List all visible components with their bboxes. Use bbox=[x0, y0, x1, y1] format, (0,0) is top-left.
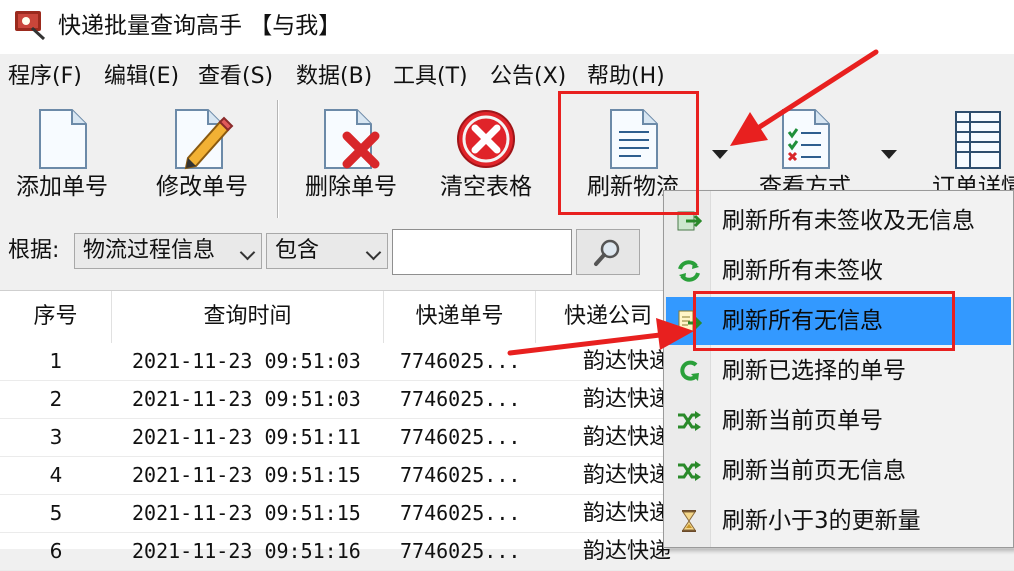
menu-item-refresh-current-page[interactable]: 刷新当前页单号 bbox=[666, 397, 1011, 445]
search-button[interactable] bbox=[576, 229, 640, 275]
menu-bar: 程序(F) 编辑(E) 查看(S) 数据(B) 工具(T) 公告(X) 帮助(H… bbox=[0, 56, 1014, 96]
row-query-time: 2021-11-23 09:51:03 bbox=[132, 349, 361, 373]
row-courier: 韵达快递 bbox=[583, 425, 672, 450]
menu-data[interactable]: 数据(B) bbox=[296, 62, 372, 92]
filter-condition-value: 包含 bbox=[275, 238, 320, 263]
row-tracking-number: 7746025... bbox=[400, 539, 521, 563]
app-logo-icon bbox=[15, 11, 46, 40]
refresh-arrow-icon bbox=[680, 360, 699, 381]
view-dropdown-arrow[interactable] bbox=[881, 150, 897, 159]
menu-notice[interactable]: 公告(X) bbox=[490, 62, 566, 92]
clear-table-button[interactable]: 清空表格 bbox=[430, 96, 542, 214]
delete-number-button[interactable]: 删除单号 bbox=[296, 96, 406, 214]
search-input[interactable] bbox=[392, 229, 572, 275]
new-document-icon bbox=[39, 109, 87, 169]
row-index: 2 bbox=[49, 387, 63, 411]
menu-help[interactable]: 帮助(H) bbox=[587, 62, 665, 92]
row-courier: 韵达快递 bbox=[583, 539, 672, 564]
shuffle-icon bbox=[678, 411, 701, 431]
add-number-button[interactable]: 添加单号 bbox=[8, 96, 116, 214]
row-query-time: 2021-11-23 09:51:15 bbox=[132, 463, 361, 487]
menu-item-refresh-low-updates[interactable]: 刷新小于3的更新量 bbox=[666, 497, 1011, 545]
row-tracking-number: 7746025... bbox=[400, 349, 521, 373]
menu-program[interactable]: 程序(F) bbox=[8, 62, 82, 92]
row-index: 5 bbox=[49, 501, 63, 525]
edit-number-button[interactable]: 修改单号 bbox=[146, 96, 258, 214]
menu-item-refresh-unsigned[interactable]: 刷新所有未签收 bbox=[666, 247, 1011, 295]
add-number-label: 添加单号 bbox=[16, 174, 108, 200]
row-index: 6 bbox=[49, 539, 63, 563]
filter-field-value: 物流过程信息 bbox=[83, 238, 216, 263]
menu-view[interactable]: 查看(S) bbox=[198, 62, 273, 92]
row-query-time: 2021-11-23 09:51:15 bbox=[132, 501, 361, 525]
toolbar-separator bbox=[277, 100, 279, 218]
row-query-time: 2021-11-23 09:51:03 bbox=[132, 387, 361, 411]
menu-tools[interactable]: 工具(T) bbox=[393, 62, 468, 92]
column-header-index[interactable]: 序号 bbox=[0, 291, 112, 343]
window-title: 快递批量查询高手 【与我】 bbox=[58, 13, 342, 39]
clear-cross-circle-icon bbox=[457, 110, 515, 168]
row-index: 4 bbox=[49, 463, 63, 487]
filter-by-label: 根据: bbox=[8, 238, 60, 263]
menu-item-label: 刷新所有未签收 bbox=[722, 258, 883, 284]
checklist-icon bbox=[782, 109, 830, 169]
menu-item-refresh-current-page-empty[interactable]: 刷新当前页无信息 bbox=[666, 447, 1011, 495]
row-tracking-number: 7746025... bbox=[400, 501, 521, 525]
column-header-query-time[interactable]: 查询时间 bbox=[112, 291, 384, 343]
chevron-down-icon bbox=[239, 244, 256, 261]
menu-item-label: 刷新小于3的更新量 bbox=[722, 508, 921, 534]
refresh-cycle-icon bbox=[678, 260, 700, 282]
row-tracking-number: 7746025... bbox=[400, 425, 521, 449]
highlight-refresh-button bbox=[558, 91, 699, 215]
highlight-refresh-empty-item bbox=[693, 291, 955, 351]
clear-table-label: 清空表格 bbox=[440, 174, 532, 200]
menu-item-label: 刷新已选择的单号 bbox=[722, 358, 906, 384]
row-index: 3 bbox=[49, 425, 63, 449]
refresh-dropdown-menu: 刷新所有未签收及无信息 刷新所有未签收 刷新所有无信息 刷新已选择的单号 刷新当… bbox=[663, 190, 1014, 548]
edit-document-pencil-icon bbox=[175, 109, 234, 170]
row-query-time: 2021-11-23 09:51:11 bbox=[132, 425, 361, 449]
shuffle-icon bbox=[678, 461, 701, 481]
menu-item-label: 刷新所有未签收及无信息 bbox=[722, 208, 975, 234]
row-courier: 韵达快递 bbox=[583, 463, 672, 488]
menu-item-label: 刷新当前页单号 bbox=[722, 408, 883, 434]
row-tracking-number: 7746025... bbox=[400, 387, 521, 411]
row-query-time: 2021-11-23 09:51:16 bbox=[132, 539, 361, 563]
row-courier: 韵达快递 bbox=[583, 501, 672, 526]
menu-edit[interactable]: 编辑(E) bbox=[104, 62, 179, 92]
row-courier: 韵达快递 bbox=[583, 349, 672, 374]
edit-number-label: 修改单号 bbox=[156, 174, 248, 200]
hourglass-icon bbox=[682, 510, 696, 532]
menu-item-refresh-selected[interactable]: 刷新已选择的单号 bbox=[666, 347, 1011, 395]
delete-number-label: 删除单号 bbox=[305, 174, 397, 200]
delete-document-icon bbox=[324, 109, 380, 169]
title-bar: 快递批量查询高手 【与我】 bbox=[0, 0, 1014, 54]
row-courier: 韵达快递 bbox=[583, 387, 672, 412]
row-tracking-number: 7746025... bbox=[400, 463, 521, 487]
refresh-dropdown-arrow[interactable] bbox=[712, 150, 728, 159]
column-header-tracking-number[interactable]: 快递单号 bbox=[384, 291, 536, 343]
filter-condition-select[interactable]: 包含 bbox=[266, 233, 388, 269]
row-index: 1 bbox=[49, 349, 63, 373]
filter-field-select[interactable]: 物流过程信息 bbox=[74, 233, 262, 269]
order-table-icon bbox=[955, 111, 1001, 169]
magnifier-icon bbox=[594, 239, 620, 266]
menu-item-label: 刷新当前页无信息 bbox=[722, 458, 906, 484]
chevron-down-icon bbox=[365, 244, 382, 261]
menu-item-refresh-unsigned-and-empty[interactable]: 刷新所有未签收及无信息 bbox=[666, 197, 1011, 245]
